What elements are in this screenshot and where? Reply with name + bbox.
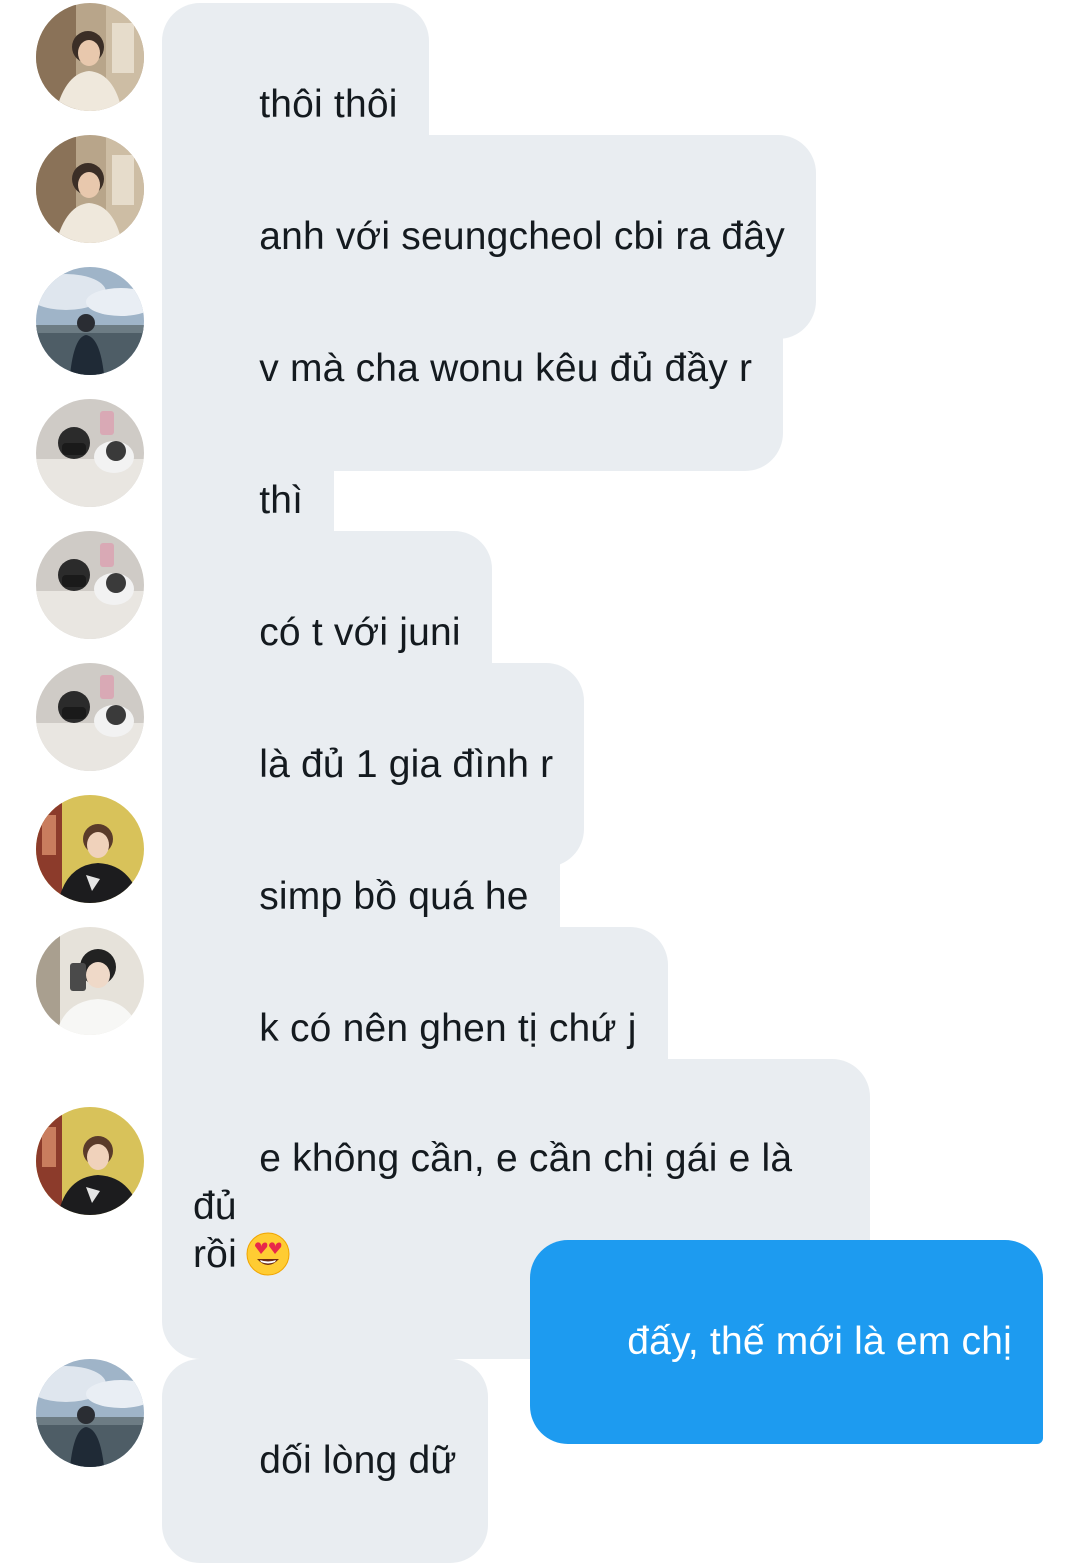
- avatar-hallway-image: [36, 135, 144, 243]
- avatar-mirror-image: [36, 927, 144, 1035]
- sender-avatar[interactable]: [36, 267, 144, 375]
- message-row: k có nên ghen tị chứ j: [0, 927, 1079, 1131]
- message-row: có t với juni: [0, 531, 1079, 735]
- avatar-dog-image: [36, 531, 144, 639]
- message-row: đấy, thế mới là em chị: [0, 1240, 1079, 1444]
- sender-avatar[interactable]: [36, 663, 144, 771]
- message-row: dối lòng dữ: [0, 1359, 1079, 1563]
- sender-avatar[interactable]: [36, 135, 144, 243]
- message-text: thì: [259, 479, 304, 522]
- sender-avatar[interactable]: [36, 795, 144, 903]
- message-text: đấy, thế mới là em chị: [627, 1320, 1012, 1363]
- avatar-sky-image: [36, 1359, 144, 1467]
- avatar-sky-image: [36, 267, 144, 375]
- message-row: anh với seungcheol cbi ra đây: [0, 135, 1079, 339]
- message-text: thôi thôi: [259, 83, 398, 126]
- message-row: thì: [0, 399, 1079, 603]
- sender-avatar[interactable]: [36, 1359, 144, 1467]
- message-row: e không cần, e cần chị gái e là đủ rồi: [0, 1059, 1079, 1359]
- sender-avatar[interactable]: [36, 927, 144, 1035]
- message-text: k có nên ghen tị chứ j: [259, 1007, 637, 1050]
- message-text: anh với seungcheol cbi ra đây: [259, 215, 785, 258]
- avatar-hallway-image: [36, 3, 144, 111]
- message-row: là đủ 1 gia đình r: [0, 663, 1079, 867]
- message-thread: thôi thôi anh với seungcheol cbi ra đây: [0, 0, 1079, 1563]
- message-text: simp bồ quá he: [259, 875, 529, 918]
- message-bubble[interactable]: dối lòng dữ: [162, 1359, 488, 1563]
- avatar-yellow-image: [36, 795, 144, 903]
- avatar-yellow-image: [36, 1107, 144, 1215]
- message-row: thôi thôi: [0, 3, 1079, 207]
- avatar-dog-image: [36, 663, 144, 771]
- message-text: có t với juni: [259, 611, 461, 654]
- sender-avatar[interactable]: [36, 531, 144, 639]
- message-row: v mà cha wonu kêu đủ đầy r: [0, 267, 1079, 471]
- message-text: v mà cha wonu kêu đủ đầy r: [259, 347, 753, 390]
- sender-avatar[interactable]: [36, 399, 144, 507]
- avatar-dog-image: [36, 399, 144, 507]
- sender-avatar[interactable]: [36, 1107, 144, 1215]
- message-text: là đủ 1 gia đình r: [259, 743, 554, 786]
- message-row: simp bồ quá he: [0, 795, 1079, 999]
- message-text: dối lòng dữ: [259, 1439, 457, 1482]
- sender-avatar[interactable]: [36, 3, 144, 111]
